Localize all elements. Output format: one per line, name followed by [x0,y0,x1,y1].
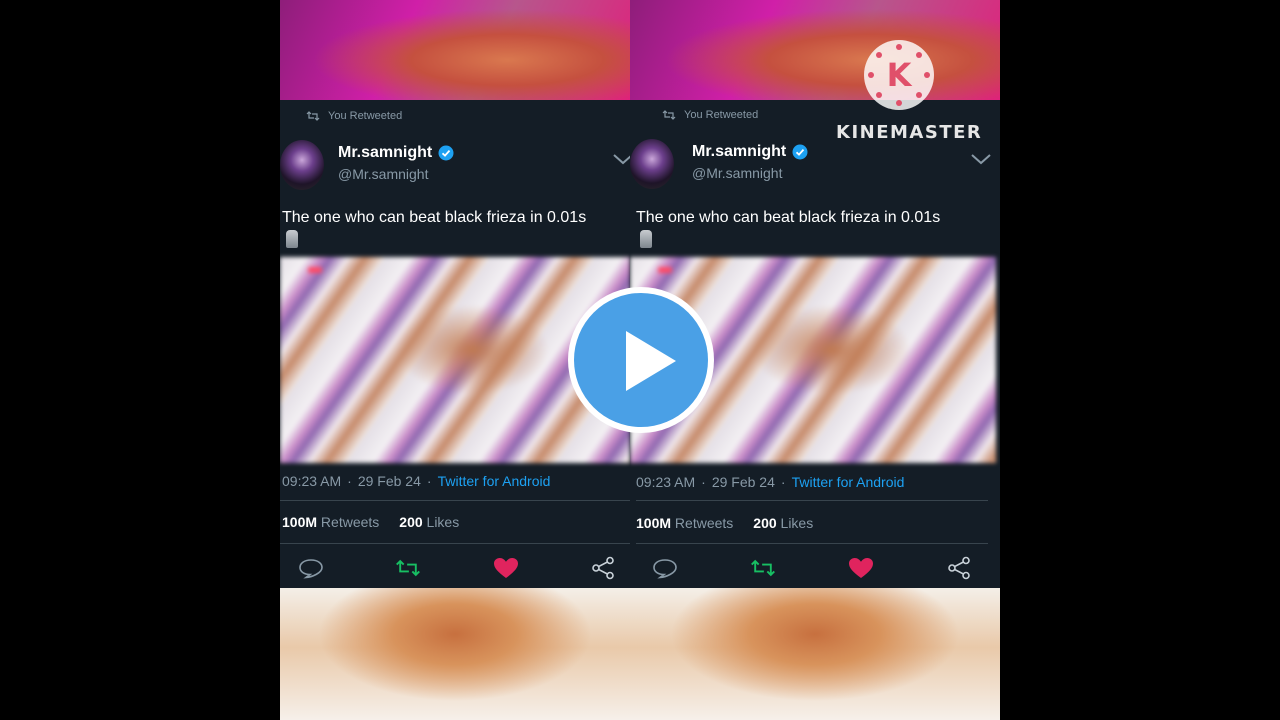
likes-count: 200 [399,514,423,530]
meta-separator: · [347,473,352,489]
retweets-count: 100M [282,514,318,530]
speech-bubble-icon [299,559,323,579]
moai-emoji [640,230,652,248]
retweets-label: Retweets [320,514,380,530]
share-icon [948,556,970,580]
avatar[interactable] [630,139,674,189]
kinemaster-wordmark: KINEMASTER [836,122,983,143]
retweet-indicator: You Retweeted [662,109,758,121]
tweet-meta: 09:23 AM · 29 Feb 24 · Twitter for Andro… [282,473,550,489]
tweet-source-link[interactable]: Twitter for Android [792,474,905,490]
display-name[interactable]: Mr.samnight [692,143,786,161]
likes-stat[interactable]: 200 Likes [753,515,813,531]
verified-badge-icon [438,145,454,161]
retweets-stat[interactable]: 100M Retweets [636,515,733,531]
play-icon [626,331,676,391]
moai-emoji [286,230,298,248]
tweet-stats: 100M Retweets 200 Likes [282,514,459,530]
tweet-actions [652,555,972,581]
play-button-circle [574,293,708,427]
divider [636,500,988,501]
likes-label: Likes [780,515,814,531]
meta-separator: · [780,474,786,490]
retweet-small-icon [662,110,676,120]
avatar[interactable] [280,140,324,190]
divider [280,543,630,544]
kinemaster-logo-letter: K [886,56,912,94]
divider [636,543,988,544]
blurred-video-frame-top [630,0,1000,100]
retweets-count: 100M [636,515,672,531]
reply-button[interactable] [298,555,324,581]
retweet-label: You Retweeted [328,110,403,122]
retweet-label: You Retweeted [684,109,759,121]
author-name-row[interactable]: Mr.samnight [338,144,454,162]
chevron-down-icon[interactable] [970,152,992,166]
tweet-actions [298,555,616,581]
blurred-video-frame-bottom [280,588,630,720]
tweet-time: 09:23 AM [636,474,696,490]
blurred-video-frame-top [280,0,630,100]
share-button[interactable] [946,555,972,581]
heart-icon [493,558,518,578]
share-icon [592,556,614,580]
tweet-time: 09:23 AM [282,473,342,489]
tweet-source-link[interactable]: Twitter for Android [438,473,551,489]
tweet-meta: 09:23 AM · 29 Feb 24 · Twitter for Andro… [636,474,904,490]
chevron-down-icon[interactable] [612,152,630,166]
meta-separator: · [701,474,706,490]
retweet-icon [751,559,775,577]
retweet-button[interactable] [395,555,421,581]
likes-stat[interactable]: 200 Likes [399,514,459,530]
retweet-icon [396,559,421,577]
likes-count: 200 [753,515,777,531]
tweet-text: The one who can beat black frieza in 0.0… [636,209,941,226]
verified-badge-icon [792,144,808,160]
media-watermark-mark [308,267,322,273]
like-button[interactable] [493,555,519,581]
divider [280,500,630,501]
like-button[interactable] [848,555,874,581]
meta-separator: · [426,473,432,489]
speech-bubble-icon [653,559,677,579]
retweets-label: Retweets [674,515,734,531]
kinemaster-logo: K [864,40,934,110]
tweet-date: 29 Feb 24 [357,473,421,489]
retweet-small-icon [306,111,320,121]
tweet-date: 29 Feb 24 [711,474,775,490]
retweets-stat[interactable]: 100M Retweets [282,514,379,530]
play-button[interactable] [568,287,714,433]
reply-button[interactable] [652,555,678,581]
media-watermark-mark [658,267,672,273]
author-name-row[interactable]: Mr.samnight [692,143,808,161]
author-handle[interactable]: @Mr.samnight [338,166,428,182]
tweet-stats: 100M Retweets 200 Likes [636,515,813,531]
display-name[interactable]: Mr.samnight [338,144,432,162]
blurred-video-frame-bottom [630,588,1000,720]
heart-icon [849,558,873,578]
share-button[interactable] [590,555,616,581]
likes-label: Likes [426,514,460,530]
author-handle[interactable]: @Mr.samnight [692,165,782,181]
retweet-indicator: You Retweeted [306,110,402,122]
tweet-text: The one who can beat black frieza in 0.0… [282,209,587,226]
retweet-button[interactable] [750,555,776,581]
